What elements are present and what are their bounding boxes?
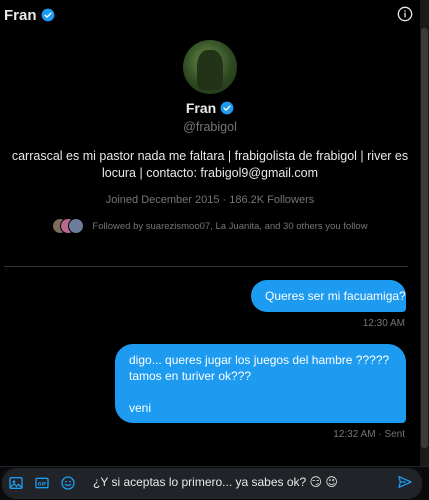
message-text: veni — [129, 401, 152, 415]
avatar — [68, 218, 85, 234]
send-icon[interactable] — [397, 474, 413, 490]
message-composer: GIF ¿Y si aceptas lo primero... ya sabes… — [0, 466, 429, 500]
message-bubble[interactable]: digo... queres jugar los juegos del hamb… — [115, 344, 406, 423]
svg-text:GIF: GIF — [38, 481, 47, 487]
message-timestamp: 12:32 AM · Sent — [333, 429, 405, 440]
profile-name-row: Fran — [186, 100, 234, 116]
bio-line: locura | contacto: frabigol9@gmail.com — [101, 166, 319, 180]
bio-line: carrascal es mi pastor nada me faltara |… — [11, 149, 409, 163]
image-icon[interactable] — [8, 475, 24, 491]
message-text — [129, 384, 392, 400]
message-text: digo... queres jugar los juegos del hamb… — [129, 353, 390, 367]
scrollbar-thumb[interactable] — [421, 28, 428, 448]
verified-badge-icon — [220, 101, 234, 115]
message-text: Queres ser mi facuamiga? — [265, 289, 406, 303]
header-name[interactable]: Fran — [4, 7, 37, 24]
composer-input[interactable]: ¿Y si aceptas lo primero... ya sabes ok?… — [93, 475, 338, 489]
profile-card: Fran @frabigol carrascal es mi pastor na… — [0, 40, 420, 234]
message-bubble[interactable]: Queres ser mi facuamiga? — [251, 280, 406, 312]
info-icon[interactable] — [397, 6, 413, 22]
message-timestamp: 12:30 AM — [362, 318, 405, 329]
gif-icon[interactable]: GIF — [34, 475, 50, 491]
emoji-icon[interactable] — [60, 475, 76, 491]
conversation-header: Fran — [0, 0, 420, 30]
verified-badge-icon — [41, 8, 54, 22]
profile-joined: Joined December 2015 · 186.2K Followers — [105, 194, 315, 206]
followed-by-row[interactable]: Followed by suarezismoo07, La Juanita, a… — [0, 218, 420, 234]
message-text: tamos en turiver ok??? — [129, 369, 252, 383]
profile-handle: @frabigol — [183, 120, 237, 134]
divider — [4, 266, 408, 267]
follower-avatars — [52, 218, 85, 234]
profile-bio: carrascal es mi pastor nada me faltara |… — [10, 148, 410, 182]
profile-name[interactable]: Fran — [186, 100, 216, 116]
followed-by-text: Followed by suarezismoo07, La Juanita, a… — [92, 220, 368, 232]
avatar[interactable] — [183, 40, 237, 94]
